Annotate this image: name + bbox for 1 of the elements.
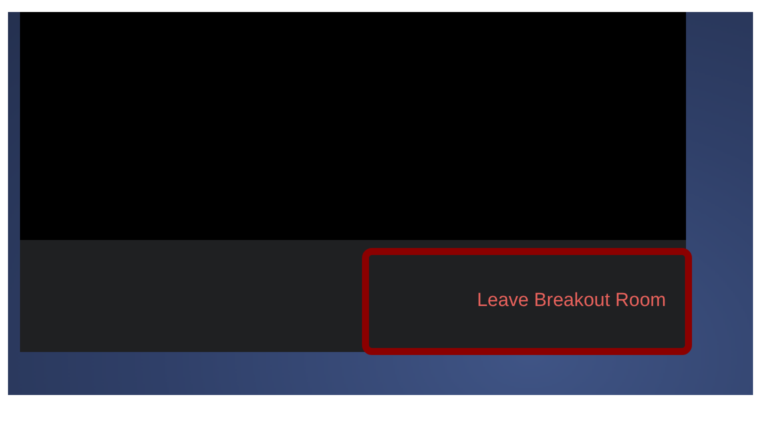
leave-breakout-room-button[interactable]: Leave Breakout Room	[476, 282, 666, 320]
